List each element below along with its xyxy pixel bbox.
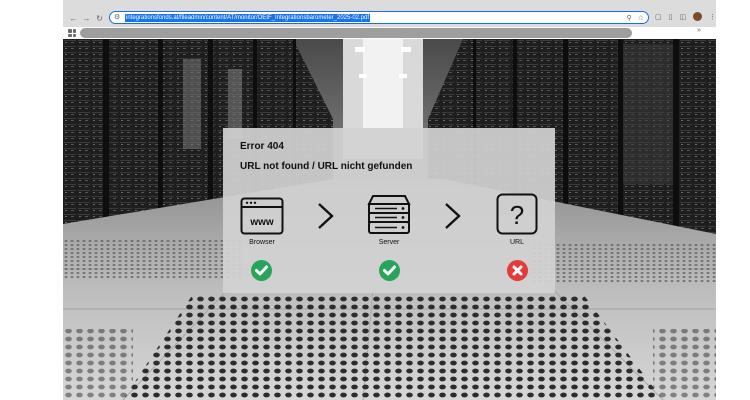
browser-toolbar: ← → ↻ ⚙ integrationsfonds.at/fileadmin/c… bbox=[63, 9, 716, 27]
zoom-icon[interactable]: ⚲ bbox=[627, 14, 632, 22]
site-info-icon[interactable]: ⚙ bbox=[114, 14, 122, 22]
check-icon bbox=[251, 260, 272, 281]
error-message: URL not found / URL nicht gefunden bbox=[240, 161, 413, 172]
side-panel-icon[interactable]: ◫ bbox=[679, 13, 686, 21]
svg-text:?: ? bbox=[510, 200, 524, 230]
left-margin bbox=[0, 0, 63, 400]
browser-actions: ▢ ▯ ◫ ⋮ bbox=[655, 12, 716, 21]
forward-icon[interactable]: → bbox=[81, 13, 92, 24]
apps-grid-icon[interactable] bbox=[68, 29, 76, 37]
browser-window: ← → ↻ ⚙ integrationsfonds.at/fileadmin/c… bbox=[63, 0, 716, 400]
right-margin bbox=[716, 0, 750, 400]
svg-text:www: www bbox=[249, 217, 274, 228]
chevron-right-icon bbox=[445, 203, 461, 229]
bookmarks-strip[interactable] bbox=[80, 28, 632, 38]
error-card: Error 404 URL not found / URL nicht gefu… bbox=[223, 128, 555, 293]
cast-icon[interactable]: ▢ bbox=[655, 13, 662, 21]
address-bar-actions: ⚲ ☆ bbox=[627, 12, 644, 23]
reload-icon[interactable]: ↻ bbox=[94, 13, 105, 24]
bookmarks-bar: » bbox=[63, 27, 716, 39]
chevron-right-icon bbox=[318, 203, 334, 229]
bookmark-star-icon[interactable]: ☆ bbox=[638, 14, 644, 22]
profile-avatar[interactable] bbox=[693, 12, 703, 21]
check-icon bbox=[379, 260, 400, 281]
x-icon bbox=[507, 260, 528, 281]
error-title: Error 404 bbox=[240, 141, 284, 152]
step-label-browser: Browser bbox=[249, 239, 275, 246]
step-label-server: Server bbox=[378, 239, 400, 246]
more-bookmarks-icon[interactable]: » bbox=[697, 27, 701, 34]
menu-icon[interactable]: ⋮ bbox=[709, 13, 716, 21]
server-stack-icon bbox=[367, 195, 411, 234]
back-icon[interactable]: ← bbox=[68, 13, 79, 24]
page-content: Error 404 URL not found / URL nicht gefu… bbox=[63, 39, 716, 400]
address-bar[interactable]: ⚙ integrationsfonds.at/fileadmin/content… bbox=[109, 11, 649, 24]
step-label-url: URL bbox=[509, 239, 524, 246]
url-text[interactable]: integrationsfonds.at/fileadmin/content/A… bbox=[125, 13, 371, 22]
extensions-icon[interactable]: ▯ bbox=[669, 13, 673, 21]
browser-window-icon: www bbox=[240, 197, 284, 235]
question-mark-icon: ? bbox=[496, 193, 538, 235]
